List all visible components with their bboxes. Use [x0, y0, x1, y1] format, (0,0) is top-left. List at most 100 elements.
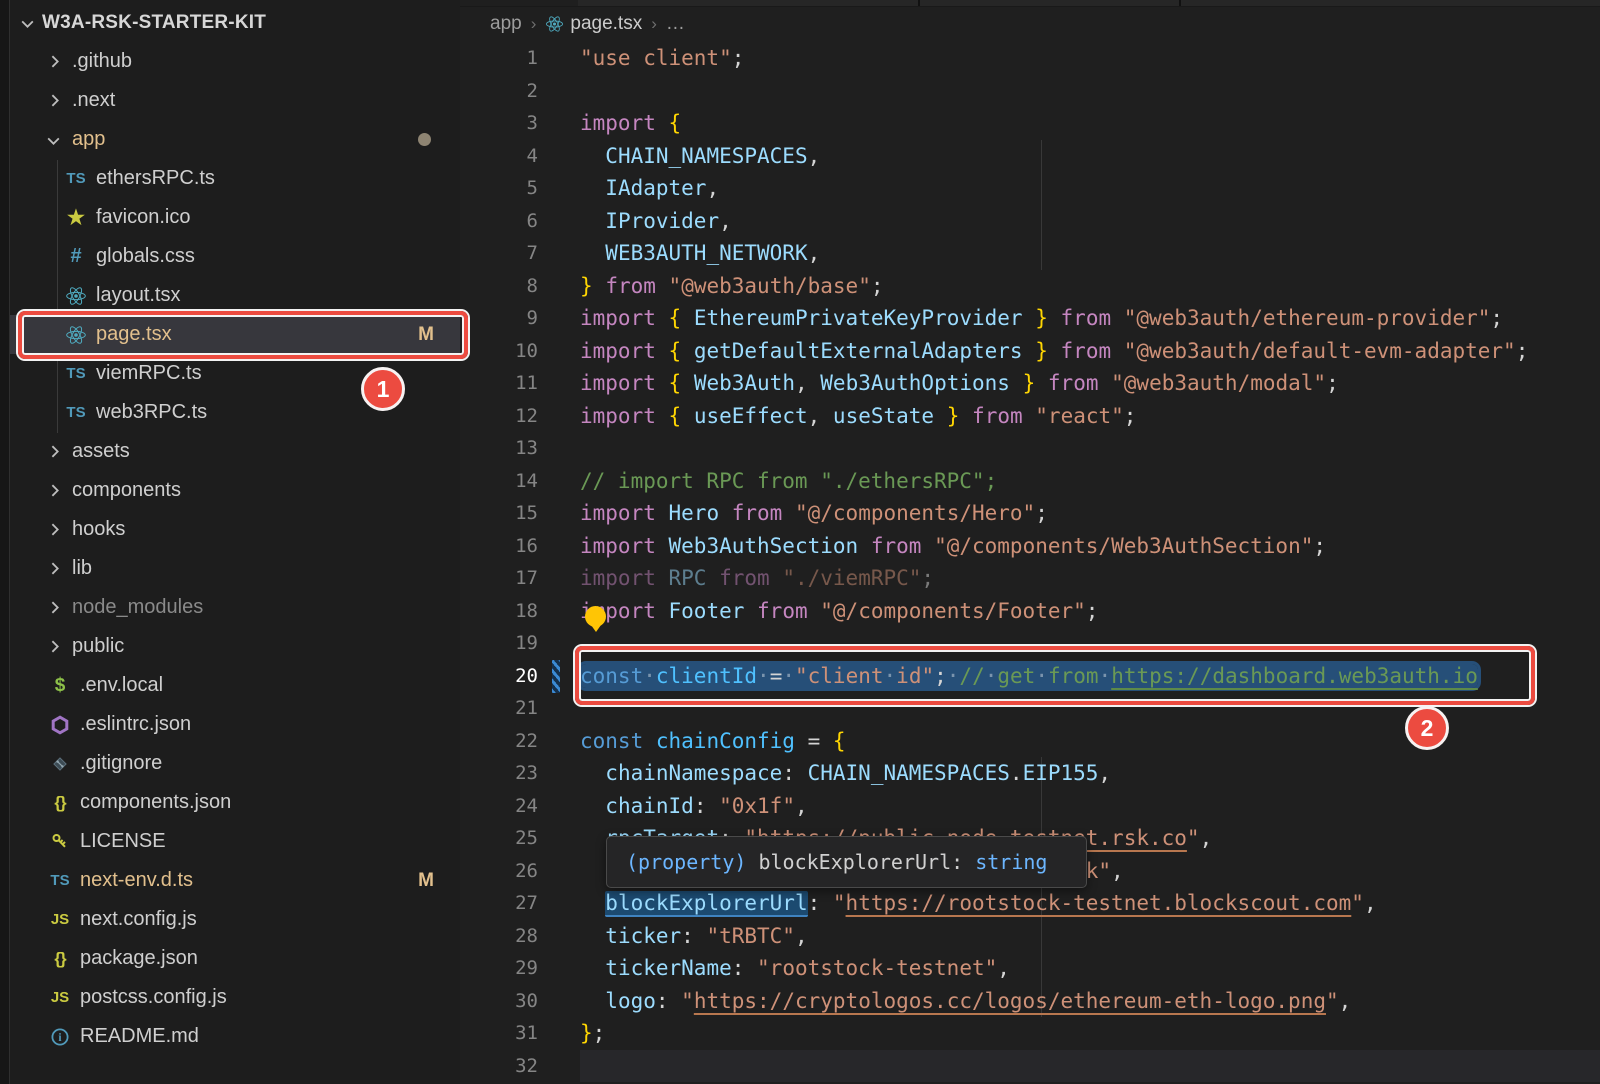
- chevron-right-icon[interactable]: [44, 52, 64, 72]
- breadcrumb-separator: ›: [651, 14, 657, 34]
- line-content: blockExplorerUrl: "https://rootstock-tes…: [580, 887, 1377, 920]
- sidebar-item-next-env-d-ts[interactable]: TSnext-env.d.tsM: [10, 861, 460, 900]
- code-line-17[interactable]: 17import RPC from "./viemRPC";: [460, 562, 1600, 595]
- chevron-down-icon[interactable]: [18, 13, 38, 33]
- code-line-11[interactable]: 11import { Web3Auth, Web3AuthOptions } f…: [460, 367, 1600, 400]
- chevron-right-icon[interactable]: [44, 442, 64, 462]
- sidebar-item-public[interactable]: public: [10, 627, 460, 666]
- line-number: 20: [460, 660, 538, 693]
- sidebar-item-globals-css[interactable]: #globals.css: [10, 237, 460, 276]
- line-number: 17: [460, 562, 538, 595]
- sidebar-item-node-modules[interactable]: node_modules: [10, 588, 460, 627]
- chevron-right-icon[interactable]: [44, 481, 64, 501]
- sidebar-item-ethersrpc-ts[interactable]: TSethersRPC.ts: [10, 159, 460, 198]
- js-icon: JS: [48, 987, 72, 1009]
- code-line-16[interactable]: 16import Web3AuthSection from "@/compone…: [460, 530, 1600, 563]
- file-label: hooks: [72, 518, 125, 541]
- chevron-right-icon[interactable]: [44, 559, 64, 579]
- code-line-6[interactable]: 6 IProvider,: [460, 205, 1600, 238]
- code-line-13[interactable]: 13: [460, 432, 1600, 465]
- breadcrumb-file[interactable]: page.tsx: [570, 13, 642, 35]
- line-content: import { useEffect, useState } from "rea…: [580, 400, 1136, 433]
- ts-icon: TS: [64, 363, 88, 385]
- line-number: 1: [460, 42, 538, 75]
- sidebar-item-favicon-ico[interactable]: ★favicon.ico: [10, 198, 460, 237]
- line-content: const·clientId·=·"client·id";·//·get·fro…: [580, 660, 1478, 693]
- braces-icon: {}: [48, 792, 72, 814]
- active-tab-sliver[interactable]: [460, 0, 578, 6]
- line-content: import Web3AuthSection from "@/component…: [580, 530, 1326, 563]
- sidebar-item-next-config-js[interactable]: JSnext.config.js: [10, 900, 460, 939]
- sidebar-item-readme-md[interactable]: iREADME.md: [10, 1017, 460, 1056]
- file-label: postcss.config.js: [80, 986, 227, 1009]
- code-line-19[interactable]: 19: [460, 627, 1600, 660]
- code-line-12[interactable]: 12import { useEffect, useState } from "r…: [460, 400, 1600, 433]
- code-line-15[interactable]: 15import Hero from "@/components/Hero";: [460, 497, 1600, 530]
- line-content: CHAIN_NAMESPACES,: [580, 140, 820, 173]
- git-icon: [48, 753, 72, 775]
- file-label: public: [72, 635, 124, 658]
- line-number: 3: [460, 107, 538, 140]
- code-line-10[interactable]: 10import { getDefaultExternalAdapters } …: [460, 335, 1600, 368]
- lightbulb-icon[interactable]: [585, 606, 606, 627]
- code-line-31[interactable]: 31};: [460, 1017, 1600, 1050]
- code-line-4[interactable]: 4 CHAIN_NAMESPACES,: [460, 140, 1600, 173]
- breadcrumb-folder[interactable]: app: [490, 13, 522, 35]
- code-line-7[interactable]: 7 WEB3AUTH_NETWORK,: [460, 237, 1600, 270]
- chevron-right-icon[interactable]: [44, 91, 64, 111]
- tab-divider: [1179, 0, 1181, 6]
- editor-pane: app › page.tsx › … 1"use client";23impor…: [460, 0, 1600, 1084]
- code-line-29[interactable]: 29 tickerName: "rootstock-testnet",: [460, 952, 1600, 985]
- sidebar-item-components[interactable]: components: [10, 471, 460, 510]
- chevron-right-icon[interactable]: [44, 598, 64, 618]
- sidebar-item--eslintrc-json[interactable]: .eslintrc.json: [10, 705, 460, 744]
- code-line-30[interactable]: 30 logo: "https://cryptologos.cc/logos/e…: [460, 985, 1600, 1018]
- hover-tooltip: (property) blockExplorerUrl: string: [606, 836, 1087, 888]
- line-content: import { Web3Auth, Web3AuthOptions } fro…: [580, 367, 1339, 400]
- code-line-20[interactable]: 20 const·clientId·=·"client·id";·//·get·f…: [460, 660, 1600, 693]
- breadcrumb-more[interactable]: …: [666, 13, 685, 35]
- code-line-8[interactable]: 8} from "@web3auth/base";: [460, 270, 1600, 303]
- sidebar-item-postcss-config-js[interactable]: JS postcss.config.js: [10, 978, 460, 1017]
- code-line-27[interactable]: 27 blockExplorerUrl: "https://rootstock-…: [460, 887, 1600, 920]
- code-line-28[interactable]: 28 ticker: "tRBTC",: [460, 920, 1600, 953]
- line-number: 25: [460, 822, 538, 855]
- file-label: node_modules: [72, 596, 203, 619]
- sidebar-item-components-json[interactable]: {} components.json: [10, 783, 460, 822]
- react-icon: [64, 285, 88, 307]
- chevron-right-icon[interactable]: [44, 520, 64, 540]
- code-line-1[interactable]: 1"use client";: [460, 42, 1600, 75]
- sidebar-item-page-tsx[interactable]: page.tsxM: [10, 315, 460, 354]
- chevron-down-icon[interactable]: [44, 130, 64, 150]
- sidebar-item--env-local[interactable]: $.env.local: [10, 666, 460, 705]
- chevron-right-icon[interactable]: [44, 637, 64, 657]
- file-label: components.json: [80, 791, 231, 814]
- sidebar-item-license[interactable]: LICENSE: [10, 822, 460, 861]
- sidebar-item--next[interactable]: .next: [10, 81, 460, 120]
- line-number: 4: [460, 140, 538, 173]
- code-line-18[interactable]: 18import Footer from "@/components/Foote…: [460, 595, 1600, 628]
- line-number: 7: [460, 237, 538, 270]
- sidebar-item-app[interactable]: app: [10, 120, 460, 159]
- sidebar-item-hooks[interactable]: hooks: [10, 510, 460, 549]
- sidebar-item--github[interactable]: .github: [10, 42, 460, 81]
- sidebar-item-assets[interactable]: assets: [10, 432, 460, 471]
- line-number: 28: [460, 920, 538, 953]
- explorer-root-row[interactable]: W3A-RSK-STARTER-KIT: [10, 4, 460, 42]
- code-line-23[interactable]: 23 chainNamespace: CHAIN_NAMESPACES.EIP1…: [460, 757, 1600, 790]
- code-line-14[interactable]: 14// import RPC from "./ethersRPC";: [460, 465, 1600, 498]
- vscode-window: W3A-RSK-STARTER-KIT .github.nextappTSeth…: [0, 0, 1600, 1084]
- sidebar-item--gitignore[interactable]: .gitignore: [10, 744, 460, 783]
- code-line-2[interactable]: 2: [460, 75, 1600, 108]
- sidebar-item-layout-tsx[interactable]: layout.tsx: [10, 276, 460, 315]
- file-tree: .github.nextappTSethersRPC.ts★favicon.ic…: [10, 42, 460, 1056]
- file-label: package.json: [80, 947, 198, 970]
- sidebar-item-lib[interactable]: lib: [10, 549, 460, 588]
- code-line-5[interactable]: 5 IAdapter,: [460, 172, 1600, 205]
- code-line-9[interactable]: 9import { EthereumPrivateKeyProvider } f…: [460, 302, 1600, 335]
- line-number: 31: [460, 1017, 538, 1050]
- code-line-3[interactable]: 3import {: [460, 107, 1600, 140]
- sidebar-item-package-json[interactable]: {}package.json: [10, 939, 460, 978]
- code-line-32[interactable]: 32: [460, 1050, 1600, 1083]
- code-line-24[interactable]: 24 chainId: "0x1f",: [460, 790, 1600, 823]
